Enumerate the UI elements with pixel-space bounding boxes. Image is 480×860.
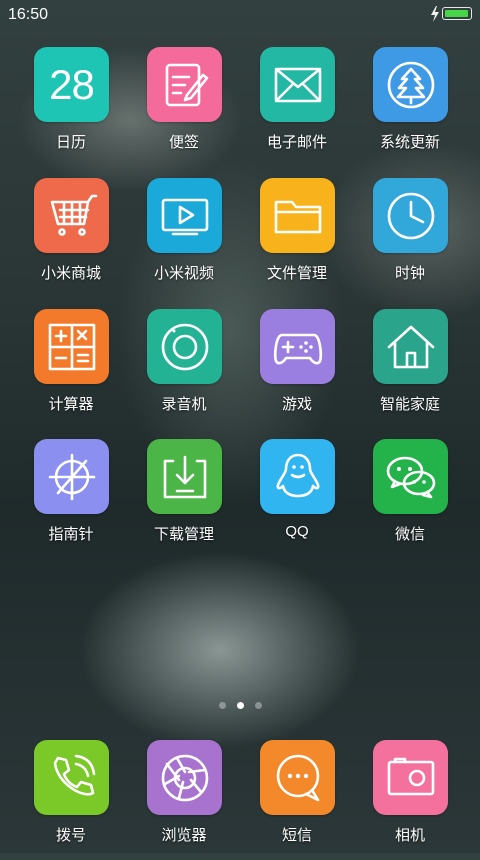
app-label: 便签 xyxy=(168,134,199,151)
app-downloads[interactable]: 下载管理 xyxy=(129,439,239,559)
app-label: 指南针 xyxy=(48,526,94,543)
phone-icon xyxy=(34,740,109,815)
gamepad-icon xyxy=(260,309,335,384)
app-mi-video[interactable]: 小米视频 xyxy=(129,178,239,298)
charging-bolt-icon xyxy=(431,6,439,22)
status-bar: 16:50 xyxy=(0,0,480,28)
video-play-icon xyxy=(147,178,222,253)
aperture-icon xyxy=(147,740,222,815)
page-dot[interactable] xyxy=(219,702,226,709)
app-mi-store[interactable]: 小米商城 xyxy=(16,178,126,298)
notes-icon xyxy=(147,47,222,122)
download-icon xyxy=(147,439,222,514)
dock-app-browser[interactable]: 浏览器 xyxy=(129,740,239,860)
app-label: 游戏 xyxy=(281,396,312,413)
app-qq[interactable]: QQ xyxy=(242,439,352,559)
penguin-icon xyxy=(260,439,335,514)
app-recorder[interactable]: 录音机 xyxy=(129,309,239,429)
app-label: 智能家庭 xyxy=(379,396,440,413)
compass-icon xyxy=(34,439,109,514)
app-label: 小米视频 xyxy=(153,265,214,282)
dock-app-messages[interactable]: 短信 xyxy=(242,740,352,860)
page-dot-active[interactable] xyxy=(237,702,244,709)
app-file-manager[interactable]: 文件管理 xyxy=(242,178,352,298)
app-label: 微信 xyxy=(394,526,425,543)
app-label: 文件管理 xyxy=(266,265,327,282)
app-label: 时钟 xyxy=(394,265,425,282)
app-label: 电子邮件 xyxy=(266,134,327,151)
cart-icon xyxy=(34,178,109,253)
app-notes[interactable]: 便签 xyxy=(129,47,239,167)
app-label: 浏览器 xyxy=(161,827,207,844)
app-label: QQ xyxy=(285,523,309,540)
folder-icon xyxy=(260,178,335,253)
app-calculator[interactable]: 计算器 xyxy=(16,309,126,429)
app-wechat[interactable]: 微信 xyxy=(355,439,465,559)
app-compass[interactable]: 指南针 xyxy=(16,439,126,559)
dock-app-dialer[interactable]: 拨号 xyxy=(16,740,126,860)
app-label: 计算器 xyxy=(48,396,94,413)
calendar-date: 28 xyxy=(49,60,95,108)
app-clock[interactable]: 时钟 xyxy=(355,178,465,298)
app-label: 拨号 xyxy=(55,827,86,844)
app-games[interactable]: 游戏 xyxy=(242,309,352,429)
app-email[interactable]: 电子邮件 xyxy=(242,47,352,167)
camera-icon xyxy=(373,740,448,815)
battery-level-fill xyxy=(445,10,468,17)
tree-icon xyxy=(373,47,448,122)
clock-icon xyxy=(373,178,448,253)
chat-bubble-icon xyxy=(260,740,335,815)
envelope-icon xyxy=(260,47,335,122)
house-icon xyxy=(373,309,448,384)
app-label: 系统更新 xyxy=(379,134,440,151)
app-calendar[interactable]: 28 日历 xyxy=(16,47,126,167)
page-dot[interactable] xyxy=(255,702,262,709)
battery-icon xyxy=(442,7,472,20)
wechat-icon xyxy=(373,439,448,514)
dock-app-camera[interactable]: 相机 xyxy=(355,740,465,860)
app-smart-home[interactable]: 智能家庭 xyxy=(355,309,465,429)
app-label: 下载管理 xyxy=(153,526,214,543)
status-time: 16:50 xyxy=(8,6,49,23)
app-label: 相机 xyxy=(394,827,425,844)
app-label: 小米商城 xyxy=(40,265,101,282)
record-icon xyxy=(147,309,222,384)
calculator-icon xyxy=(34,309,109,384)
app-label: 短信 xyxy=(281,827,312,844)
app-label: 录音机 xyxy=(161,396,207,413)
page-indicator xyxy=(0,702,480,714)
app-system-update[interactable]: 系统更新 xyxy=(355,47,465,167)
app-label: 日历 xyxy=(55,134,86,151)
calendar-icon: 28 xyxy=(34,47,109,122)
